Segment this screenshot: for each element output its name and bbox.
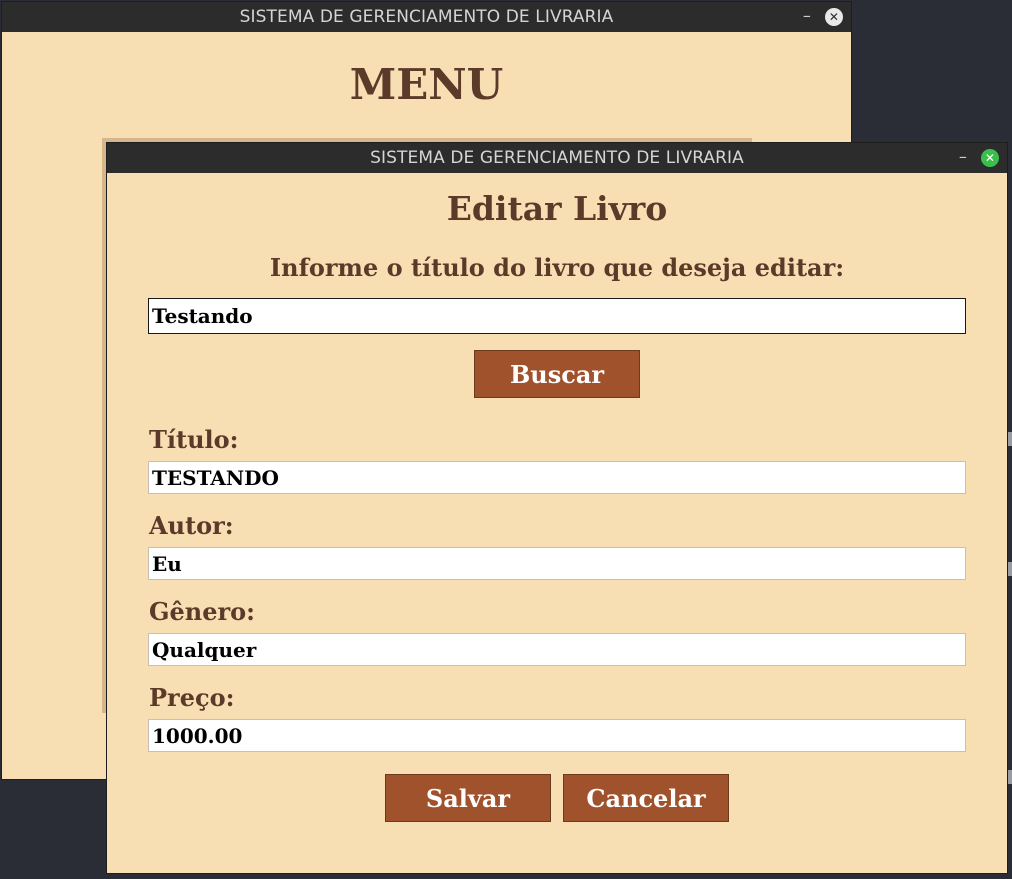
menu-window-title: SISTEMA DE GERENCIAMENTO DE LIVRARIA xyxy=(239,7,614,27)
minimize-icon[interactable]: – xyxy=(959,147,967,166)
price-label: Preço: xyxy=(149,683,235,712)
edit-window-titlebar[interactable]: SISTEMA DE GERENCIAMENTO DE LIVRARIA – ✕ xyxy=(107,143,1007,173)
search-title-input[interactable] xyxy=(148,298,966,334)
search-prompt: Informe o título do livro que deseja edi… xyxy=(269,253,845,282)
price-input[interactable] xyxy=(148,719,966,752)
close-icon[interactable]: ✕ xyxy=(981,149,999,167)
search-button[interactable]: Buscar xyxy=(474,350,640,398)
edit-window-title: SISTEMA DE GERENCIAMENTO DE LIVRARIA xyxy=(370,148,744,168)
minimize-icon[interactable]: – xyxy=(803,6,811,25)
title-input[interactable] xyxy=(148,461,966,494)
author-label: Autor: xyxy=(149,511,234,540)
close-icon[interactable]: ✕ xyxy=(825,8,843,26)
genre-input[interactable] xyxy=(148,633,966,666)
title-label: Título: xyxy=(149,425,239,454)
menu-heading: MENU xyxy=(349,60,504,109)
cancel-button[interactable]: Cancelar xyxy=(563,774,729,822)
save-button[interactable]: Salvar xyxy=(385,774,551,822)
dialog-heading: Editar Livro xyxy=(446,189,668,228)
desktop-edge-mark xyxy=(1008,432,1012,446)
author-input[interactable] xyxy=(148,547,966,580)
menu-window-titlebar[interactable]: SISTEMA DE GERENCIAMENTO DE LIVRARIA – ✕ xyxy=(2,2,851,32)
desktop-edge-mark xyxy=(1008,770,1012,784)
genre-label: Gênero: xyxy=(149,597,255,626)
desktop-edge-mark xyxy=(1008,562,1012,576)
edit-book-window: SISTEMA DE GERENCIAMENTO DE LIVRARIA – ✕… xyxy=(106,142,1008,874)
